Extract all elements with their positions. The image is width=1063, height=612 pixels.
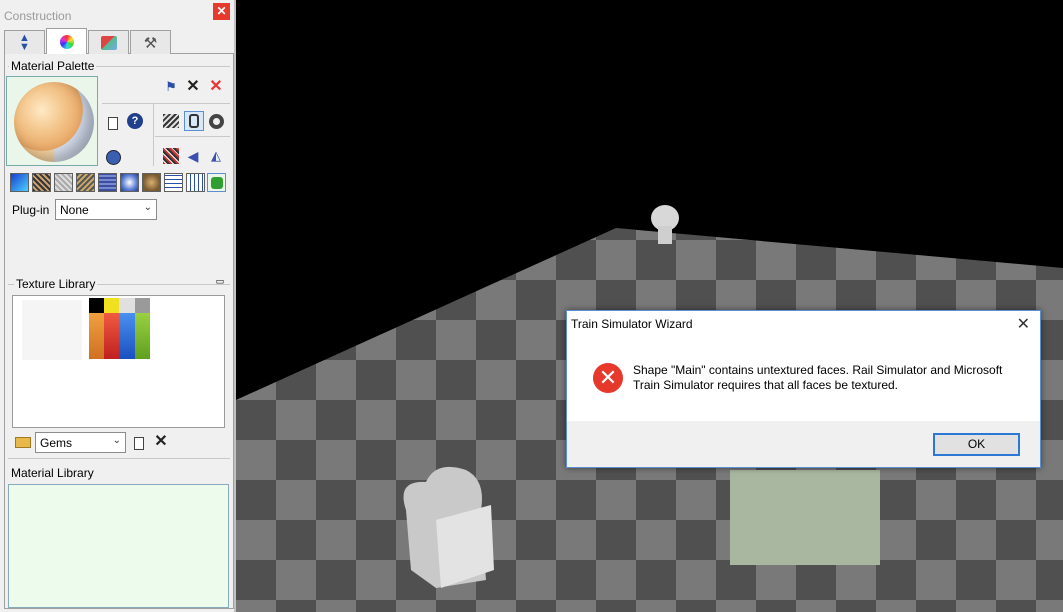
document-icon[interactable] <box>104 114 122 132</box>
texture-library-label: Texture Library <box>14 277 98 291</box>
swatch-noise[interactable] <box>32 173 51 192</box>
dialog-title: Train Simulator Wizard <box>571 317 693 331</box>
swatch-granite[interactable] <box>76 173 95 192</box>
material-preview[interactable] <box>6 76 98 166</box>
new-document-icon[interactable] <box>130 434 148 452</box>
cubes-icon <box>100 35 117 50</box>
noise-texture-icon[interactable] <box>162 147 180 165</box>
swatch-wood[interactable] <box>142 173 161 192</box>
puzzle-icon <box>211 177 223 189</box>
panel-title: Construction <box>4 9 72 23</box>
plugin-value: None <box>60 203 89 217</box>
error-icon: ✕ <box>593 363 623 393</box>
help-icon[interactable]: ? <box>126 112 144 130</box>
material-sphere <box>14 82 94 162</box>
chevron-down-icon: ⌄ <box>143 202 152 213</box>
viewport-3d[interactable] <box>236 0 1063 612</box>
swatch-radial[interactable] <box>120 173 139 192</box>
screen: Construction ✕ ▲ ▼ ⚒ Material Palette ⚑ ✕ <box>0 0 1063 612</box>
mirror-icon[interactable]: ◭ <box>207 147 225 165</box>
swatch-gradient[interactable] <box>10 173 29 192</box>
divider <box>153 104 154 166</box>
tools-icon: ⚒ <box>143 34 158 52</box>
dialog-footer: OK <box>567 421 1040 467</box>
tab-materials[interactable] <box>46 28 87 55</box>
error-dialog: Train Simulator Wizard ✕ ✕ Shape "Main" … <box>566 310 1041 468</box>
divider <box>8 458 230 459</box>
divider <box>155 136 230 137</box>
swatch-marble[interactable] <box>54 173 73 192</box>
close-icon[interactable]: ✕ <box>213 3 230 20</box>
texture-group-value: Gems <box>40 436 73 450</box>
swatch-lines[interactable] <box>164 173 183 192</box>
lifebuoy-icon[interactable] <box>207 112 225 130</box>
material-palette-label: Material Palette <box>9 59 97 73</box>
chevron-down-icon: ⌄ <box>112 435 121 446</box>
arrow-left-icon[interactable]: ◀ <box>184 147 202 165</box>
material-library-label: Material Library <box>9 466 96 480</box>
texture-group-select[interactable]: Gems ⌄ <box>35 432 126 453</box>
green-box-object <box>730 470 880 565</box>
panel-tabs: ▲ ▼ ⚒ <box>4 28 234 55</box>
swatch-list[interactable] <box>186 173 205 192</box>
folder-icon[interactable] <box>14 433 32 451</box>
ok-button[interactable]: OK <box>933 433 1020 456</box>
divider <box>102 103 230 104</box>
texture-thumb-colors[interactable] <box>89 298 150 359</box>
plugin-label: Plug-in <box>12 203 50 217</box>
stack-icon[interactable] <box>184 111 204 131</box>
delete-icon[interactable]: ✕ <box>152 432 170 450</box>
updown-arrows-icon: ▲ ▼ <box>19 31 30 53</box>
close-icon[interactable]: ✕ <box>1017 314 1030 334</box>
swatch-puzzle[interactable] <box>207 173 226 192</box>
delete-black-icon[interactable]: ✕ <box>184 77 202 95</box>
texture-thumb-white[interactable] <box>22 300 82 360</box>
flag-icon[interactable]: ⚑ <box>162 78 180 96</box>
texture-library-list[interactable] <box>12 295 225 428</box>
delete-red-icon[interactable]: ✕ <box>207 77 225 95</box>
layers-icon[interactable] <box>162 112 180 130</box>
dialog-message: Shape "Main" contains untextured faces. … <box>633 363 1003 392</box>
plugin-select[interactable]: None ⌄ <box>55 199 157 220</box>
tab-shapes[interactable] <box>88 30 129 54</box>
globe-icon[interactable] <box>104 148 122 166</box>
construction-panel: Construction ✕ ▲ ▼ ⚒ Material Palette ⚑ ✕ <box>0 0 236 612</box>
swatch-grid[interactable] <box>98 173 117 192</box>
tab-arrows[interactable]: ▲ ▼ <box>4 30 45 54</box>
panel-titlebar: Construction <box>0 4 234 26</box>
pin-icon[interactable]: ▭ <box>214 275 226 287</box>
material-library-list[interactable] <box>8 484 229 608</box>
color-wheel-icon <box>59 35 74 49</box>
tab-tools[interactable]: ⚒ <box>130 30 171 54</box>
